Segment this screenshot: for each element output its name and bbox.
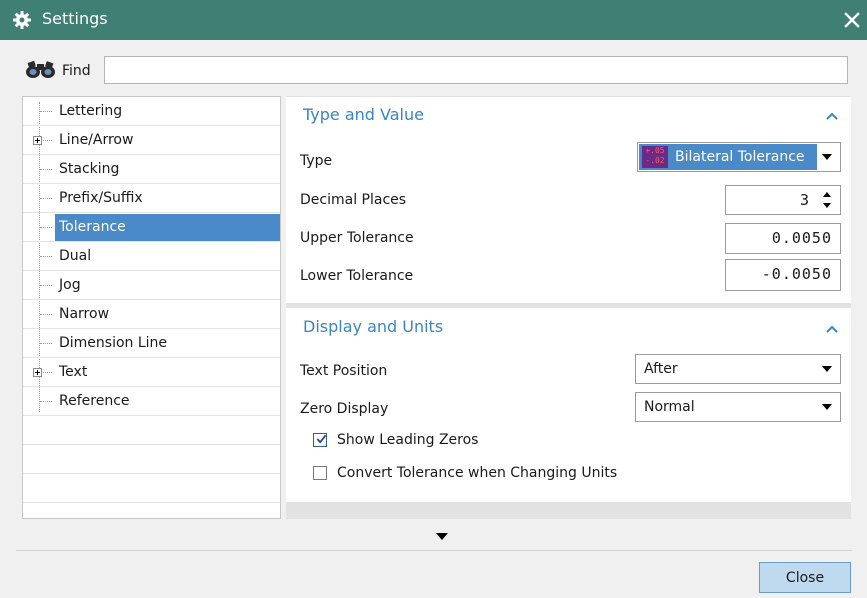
tree-empty-row <box>23 445 280 474</box>
gear-icon <box>13 11 31 29</box>
tree-item-dual[interactable]: Dual <box>23 242 280 271</box>
tree-item-narrow[interactable]: Narrow <box>23 300 280 329</box>
tree-item-text[interactable]: Text <box>23 358 280 387</box>
tree-connector <box>40 198 52 199</box>
close-icon[interactable] <box>841 9 863 31</box>
lower-tolerance-label: Lower Tolerance <box>300 268 414 284</box>
find-input[interactable] <box>104 56 848 84</box>
section-title: Type and Value <box>303 105 424 124</box>
zero-display-dropdown[interactable]: Normal <box>635 392 841 422</box>
tree-item-label: Reference <box>59 393 130 409</box>
decimal-places-label: Decimal Places <box>300 192 407 208</box>
lower-tolerance-input[interactable]: -0.0050 <box>725 259 841 291</box>
tree-item-prefix-suffix[interactable]: Prefix/Suffix <box>23 184 280 213</box>
window-title: Settings <box>42 9 108 28</box>
decimal-places-value: 3 <box>799 191 810 209</box>
tree-item-label: Dual <box>59 248 92 264</box>
tolerance-icon-upper: +.05 <box>645 146 665 155</box>
tree-item-label: Jog <box>59 277 81 293</box>
tree-empty-row <box>23 474 280 503</box>
tree-connector <box>40 111 52 112</box>
convert-tolerance-label: Convert Tolerance when Changing Units <box>337 465 618 481</box>
tree-item-label: Dimension Line <box>59 335 168 351</box>
chevron-down-icon <box>822 154 832 160</box>
spinner-icon[interactable] <box>822 189 832 211</box>
tree-connector <box>40 401 52 402</box>
section-title: Display and Units <box>303 317 444 336</box>
zero-display-label: Zero Display <box>300 401 389 417</box>
tree-connector <box>40 343 52 344</box>
tree-item-label: Line/Arrow <box>59 132 134 148</box>
text-position-value: After <box>644 361 678 377</box>
tree-item-label: Text <box>59 364 88 380</box>
tree-connector <box>40 227 52 228</box>
expand-more-icon[interactable] <box>436 533 448 540</box>
collapse-icon[interactable] <box>825 111 839 121</box>
tree-item-label: Narrow <box>59 306 110 322</box>
tree-item-dimension-line[interactable]: Dimension Line <box>23 329 280 358</box>
tree-connector <box>40 314 52 315</box>
display-units-section: Display and Units Text Position After Ze… <box>286 308 851 502</box>
upper-tolerance-input[interactable]: 0.0050 <box>725 223 841 254</box>
zero-display-value: Normal <box>644 399 695 415</box>
tree-item-stacking[interactable]: Stacking <box>23 155 280 184</box>
close-button[interactable]: Close <box>759 562 851 593</box>
tolerance-icon-lower: -.02 <box>645 156 665 165</box>
tree-item-tolerance[interactable]: Tolerance <box>23 213 280 242</box>
collapse-icon[interactable] <box>825 324 839 334</box>
settings-tree: Lettering Line/Arrow Stacking Prefix/Suf… <box>22 96 281 519</box>
checkmark-icon <box>316 434 327 444</box>
find-label: Find <box>62 63 91 79</box>
expand-icon[interactable] <box>33 136 42 145</box>
decimal-places-stepper[interactable]: 3 <box>725 185 841 215</box>
tree-item-jog[interactable]: Jog <box>23 271 280 300</box>
tree-item-reference[interactable]: Reference <box>23 387 280 416</box>
show-leading-zeros-checkbox[interactable] <box>313 433 327 447</box>
tree-item-lettering[interactable]: Lettering <box>23 97 280 126</box>
lower-tolerance-value: -0.0050 <box>761 265 832 283</box>
tree-item-label: Stacking <box>59 161 120 177</box>
chevron-down-icon <box>822 366 832 372</box>
type-value-section: Type and Value Type +.05 -.02 Bilateral … <box>286 97 851 303</box>
tree-item-label: Prefix/Suffix <box>59 190 143 206</box>
footer-separator <box>16 550 852 551</box>
binoculars-icon <box>26 60 55 78</box>
text-position-dropdown[interactable]: After <box>635 354 841 384</box>
type-value: Bilateral Tolerance <box>675 149 805 165</box>
tree-connector <box>40 169 52 170</box>
settings-panel: Type and Value Type +.05 -.02 Bilateral … <box>286 96 851 519</box>
chevron-down-icon <box>822 404 832 410</box>
tree-item-label: Tolerance <box>59 219 126 235</box>
upper-tolerance-label: Upper Tolerance <box>300 230 414 246</box>
tree-connector <box>40 256 52 257</box>
tree-item-label: Lettering <box>59 103 123 119</box>
upper-tolerance-value: 0.0050 <box>771 229 832 247</box>
tolerance-type-icon: +.05 -.02 <box>642 146 668 168</box>
tree-empty-row <box>23 416 280 445</box>
text-position-label: Text Position <box>300 363 388 379</box>
type-label: Type <box>300 153 333 169</box>
type-dropdown[interactable]: +.05 -.02 Bilateral Tolerance <box>637 142 841 172</box>
expand-icon[interactable] <box>33 368 42 377</box>
show-leading-zeros-label: Show Leading Zeros <box>337 432 479 448</box>
title-bar: Settings <box>0 0 867 40</box>
tree-connector <box>40 285 52 286</box>
tree-item-line-arrow[interactable]: Line/Arrow <box>23 126 280 155</box>
convert-tolerance-checkbox[interactable] <box>313 466 327 480</box>
